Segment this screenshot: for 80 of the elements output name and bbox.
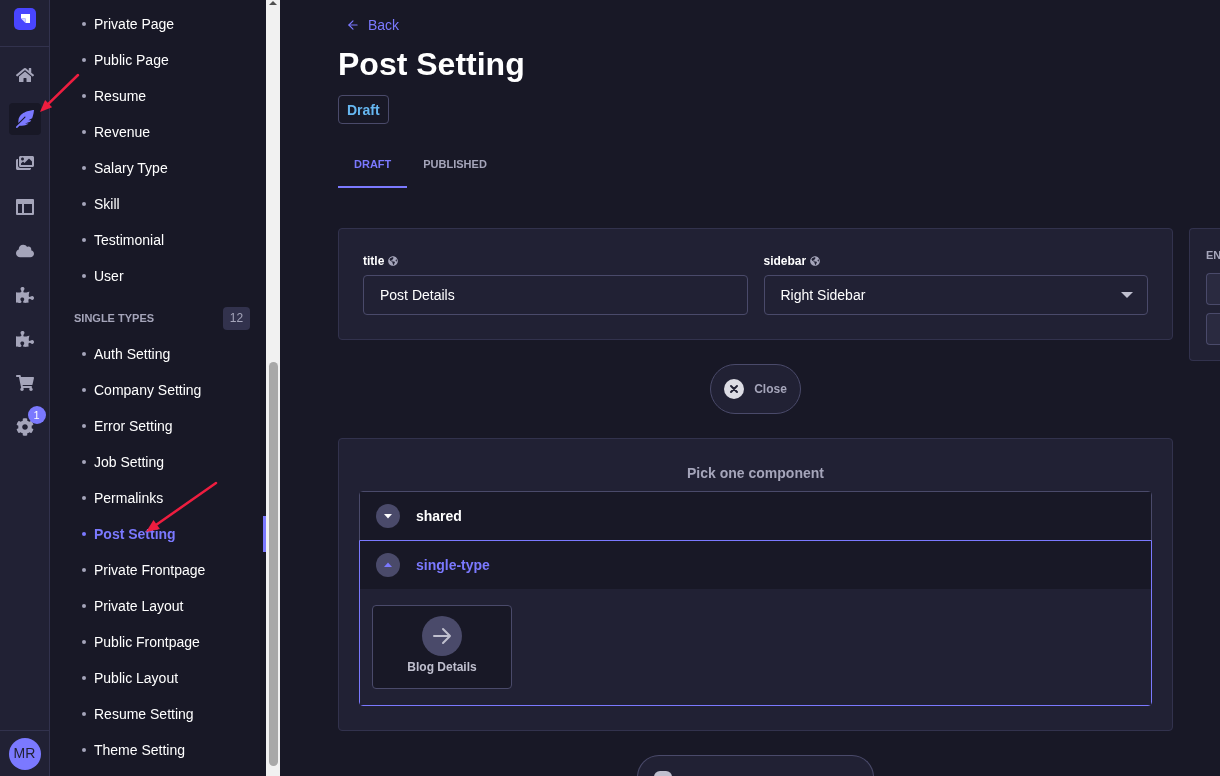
puzzle-icon [15,286,34,304]
bullet-icon [82,388,86,392]
sidebar-link[interactable]: Resume [50,78,266,114]
sidebar-link[interactable]: Testimonial [50,222,266,258]
bullet-icon [82,712,86,716]
sidebar-link[interactable]: Resume Setting [50,696,266,732]
bullet-icon [82,496,86,500]
sidebar-link[interactable]: Private Page [50,6,266,42]
input-field[interactable] [1206,313,1220,345]
cart-icon [15,374,34,392]
home-icon [15,66,34,84]
settings-icon [15,418,34,436]
section-heading: SINGLE TYPES [74,310,155,326]
images-icon [15,154,34,172]
bullet-icon [82,424,86,428]
field-label: title [363,253,385,269]
status-badge: Draft [338,95,389,124]
puzzle-icon [15,330,34,348]
close-icon [724,379,745,399]
bullet-icon [82,202,86,206]
back-link[interactable]: Back [338,16,400,34]
bullet-icon [82,166,86,170]
bullet-icon [82,94,86,98]
panel-heading: EN [1206,248,1220,263]
bullet-icon [82,238,86,242]
logo-icon[interactable] [13,8,36,30]
sidebar-link[interactable]: Error Setting [50,408,266,444]
select-field[interactable]: Right Sidebar [763,275,1148,315]
user-avatar[interactable]: MR [8,737,41,770]
bullet-icon [82,640,86,644]
cloud-icon [15,242,34,260]
globe-icon [388,256,399,266]
sidebar-link[interactable]: Job Setting [50,444,266,480]
accordion-header[interactable]: single-type [360,541,1151,589]
bullet-icon [82,568,86,572]
count-badge: 12 [223,306,250,330]
bullet-icon [82,22,86,26]
tab[interactable]: PUBLISHED [407,142,503,188]
input-field[interactable] [1206,273,1220,305]
notification-badge: 1 [27,406,46,424]
sidebar-link[interactable]: Theme Setting [50,732,266,768]
component-card[interactable]: Blog Details [372,605,512,689]
field-label: sidebar [763,253,807,269]
sidebar-link[interactable]: Private Frontpage [50,552,266,588]
bullet-icon [82,748,86,752]
sidebar-link[interactable]: Salary Type [50,150,266,186]
bullet-icon [82,676,86,680]
close-button[interactable]: Close [710,364,801,414]
nav-button[interactable] [8,103,41,135]
sidebar-link[interactable]: Public Layout [50,660,266,696]
tab[interactable]: DRAFT [338,142,408,188]
bullet-icon [82,130,86,134]
sidebar-link[interactable]: Company Setting [50,372,266,408]
globe-icon [810,256,821,266]
sidebar-link[interactable]: Skill [50,186,266,222]
sidebar-link[interactable]: Public Frontpage [50,624,266,660]
sidebar-link[interactable]: User [50,258,266,294]
sidebar-link[interactable]: Public Page [50,42,266,78]
sidebar-link[interactable]: Revenue [50,114,266,150]
bullet-icon [82,352,86,356]
sidebar-link[interactable]: Private Layout [50,588,266,624]
text-input[interactable]: Post Details [363,275,748,315]
bullet-icon [82,274,86,278]
caret-icon [1121,292,1133,298]
sidebar-link[interactable]: Permalinks [50,480,266,516]
layout-icon [15,198,34,216]
arrow-right-icon [422,616,462,656]
bullet-icon [82,58,86,62]
bullet-icon [82,604,86,608]
scrollbar[interactable] [266,0,280,776]
sidebar-link[interactable]: Auth Setting [50,336,266,372]
feather-icon [15,110,34,128]
bullet-icon [82,532,86,536]
scroll-arrow-icon[interactable] [269,1,277,5]
page-title: Post Setting [338,45,525,84]
scrollbar-thumb[interactable] [268,362,278,766]
chevron-icon [376,504,400,528]
chevron-icon [376,553,400,577]
bullet-icon [82,460,86,464]
picker-title: Pick one component [687,464,824,483]
